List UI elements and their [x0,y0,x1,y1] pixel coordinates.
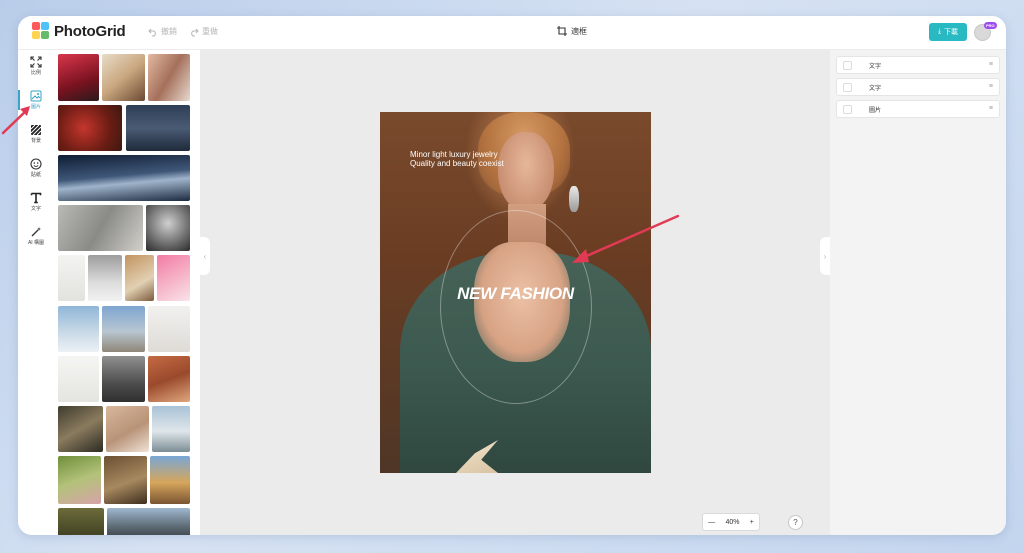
drag-handle-icon[interactable]: ≡ [989,83,993,90]
library-image[interactable] [102,54,145,101]
pro-badge: PRO [984,22,997,29]
crop-icon [557,26,567,36]
tool-image-label: 圖片 [30,104,41,110]
tool-ai-layout-label: AI 構圖 [27,240,45,246]
library-image[interactable] [58,155,190,201]
library-image[interactable] [58,508,104,535]
library-image[interactable] [125,255,154,301]
library-image[interactable] [157,255,190,301]
tool-ai-layout[interactable]: AI 構圖 [18,226,54,246]
library-image[interactable] [150,456,190,504]
library-image[interactable] [88,255,122,301]
redo-icon [191,28,199,36]
library-image[interactable] [58,205,143,251]
tool-image[interactable]: 圖片 [18,90,54,110]
tool-ratio-label: 比例 [30,70,41,76]
design-artboard[interactable]: Minor light luxury jewelry Quality and b… [380,112,651,473]
library-image[interactable] [102,306,145,352]
artboard-headline[interactable]: NEW FASHION [380,284,651,304]
expand-icon [30,56,42,68]
library-image[interactable] [126,105,190,151]
zoom-control: — 40% + [702,513,760,531]
layer-label: 文字 [869,86,882,92]
zoom-out-button[interactable]: — [708,519,715,526]
undo-button[interactable]: 撤銷 [148,26,177,37]
library-image[interactable] [58,456,101,504]
tool-background[interactable]: 背景 [18,124,54,144]
layer-label: 圖片 [869,108,882,114]
zoom-in-button[interactable]: + [750,519,754,526]
help-button[interactable]: ? [788,515,803,530]
fit-frame-button[interactable]: 適框 [556,25,587,37]
drag-handle-icon[interactable]: ≡ [989,105,993,112]
library-image[interactable] [58,406,103,452]
tool-text[interactable]: 文字 [18,192,54,212]
library-image[interactable] [146,205,190,251]
tool-text-label: 文字 [30,206,41,212]
tool-sticker-label: 貼紙 [30,172,41,178]
library-image[interactable] [148,356,190,402]
app-name: PhotoGrid [54,22,126,40]
tool-ratio[interactable]: 比例 [18,56,54,76]
collapse-left-panel-button[interactable]: ‹ [200,237,210,275]
zoom-level: 40% [725,518,740,526]
layer-row[interactable]: 圖片 ≡ [836,100,1000,118]
redo-label: 重做 [202,27,218,36]
library-image[interactable] [106,406,149,452]
undo-icon [148,28,156,36]
download-label: 下載 [944,29,959,36]
decorative-oval-frame [440,210,592,404]
chevron-left-icon: ‹ [203,251,207,261]
chevron-right-icon: › [823,251,827,261]
library-image[interactable] [152,406,190,452]
layer-row[interactable]: 文字 ≡ [836,56,1000,74]
magic-wand-icon [31,227,41,237]
library-image[interactable] [102,356,145,402]
tool-sticker[interactable]: 貼紙 [18,158,54,178]
tool-background-label: 背景 [30,138,41,144]
photogrid-logo-icon [32,22,50,40]
layer-visibility-checkbox[interactable] [843,105,852,114]
photo-face [498,132,554,212]
artboard-tagline-2[interactable]: Quality and beauty coexist [410,159,504,168]
layer-visibility-checkbox[interactable] [843,83,852,92]
library-image[interactable] [148,54,190,101]
library-image[interactable] [58,105,122,151]
library-image[interactable] [107,508,190,535]
download-button[interactable]: ⤓ 下載 [929,23,967,41]
top-toolbar: PhotoGrid 撤銷 重做 適框 ⤓ 下載 PRO [18,16,1006,50]
stripes-icon [30,124,42,136]
image-library [54,50,200,535]
layer-label: 文字 [869,64,882,70]
drag-handle-icon[interactable]: ≡ [989,61,993,68]
library-image[interactable] [104,456,147,504]
canvas-workspace: ‹ › Minor light luxury jewelry Quality a… [200,50,830,535]
library-image[interactable] [58,54,99,101]
library-image[interactable] [148,306,190,352]
library-image[interactable] [58,255,85,301]
undo-label: 撤銷 [161,27,177,36]
app-window: PhotoGrid 撤銷 重做 適框 ⤓ 下載 PRO 比例 圖片 背景 貼紙 … [18,16,1006,535]
layers-panel: 文字 ≡ 文字 ≡ 圖片 ≡ [830,50,1006,535]
download-icon: ⤓ [937,28,942,35]
photo-earring [569,186,579,212]
layer-row[interactable]: 文字 ≡ [836,78,1000,96]
redo-button[interactable]: 重做 [189,26,218,37]
collapse-right-panel-button[interactable]: › [820,237,830,275]
library-image[interactable] [58,356,99,402]
fit-frame-label: 適框 [571,26,587,36]
sticker-icon [30,158,42,170]
text-icon [30,192,42,204]
tool-rail: 比例 圖片 背景 貼紙 文字 AI 構圖 [18,50,54,535]
artboard-tagline-1[interactable]: Minor light luxury jewelry [410,150,498,159]
layer-visibility-checkbox[interactable] [843,61,852,70]
app-logo[interactable]: PhotoGrid [32,22,126,40]
image-icon [30,90,42,102]
library-image[interactable] [58,306,99,352]
